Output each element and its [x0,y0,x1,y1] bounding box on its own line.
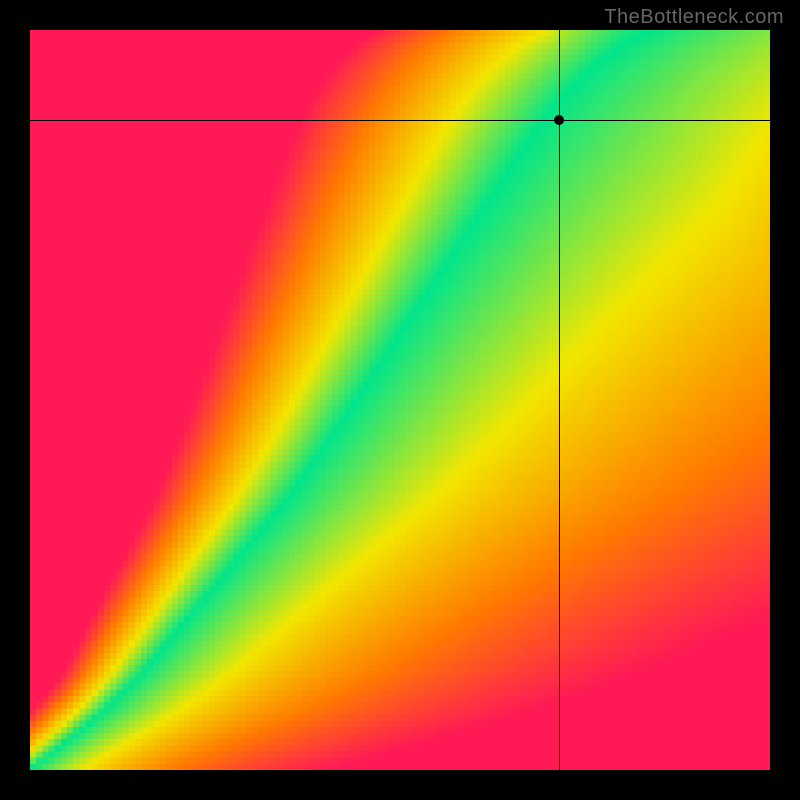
crosshair-vertical [559,30,560,770]
heatmap-canvas [30,30,770,770]
crosshair-horizontal [30,120,770,121]
heatmap-plot-area [30,30,770,770]
chart-stage: TheBottleneck.com [0,0,800,800]
watermark-text: TheBottleneck.com [604,6,784,29]
